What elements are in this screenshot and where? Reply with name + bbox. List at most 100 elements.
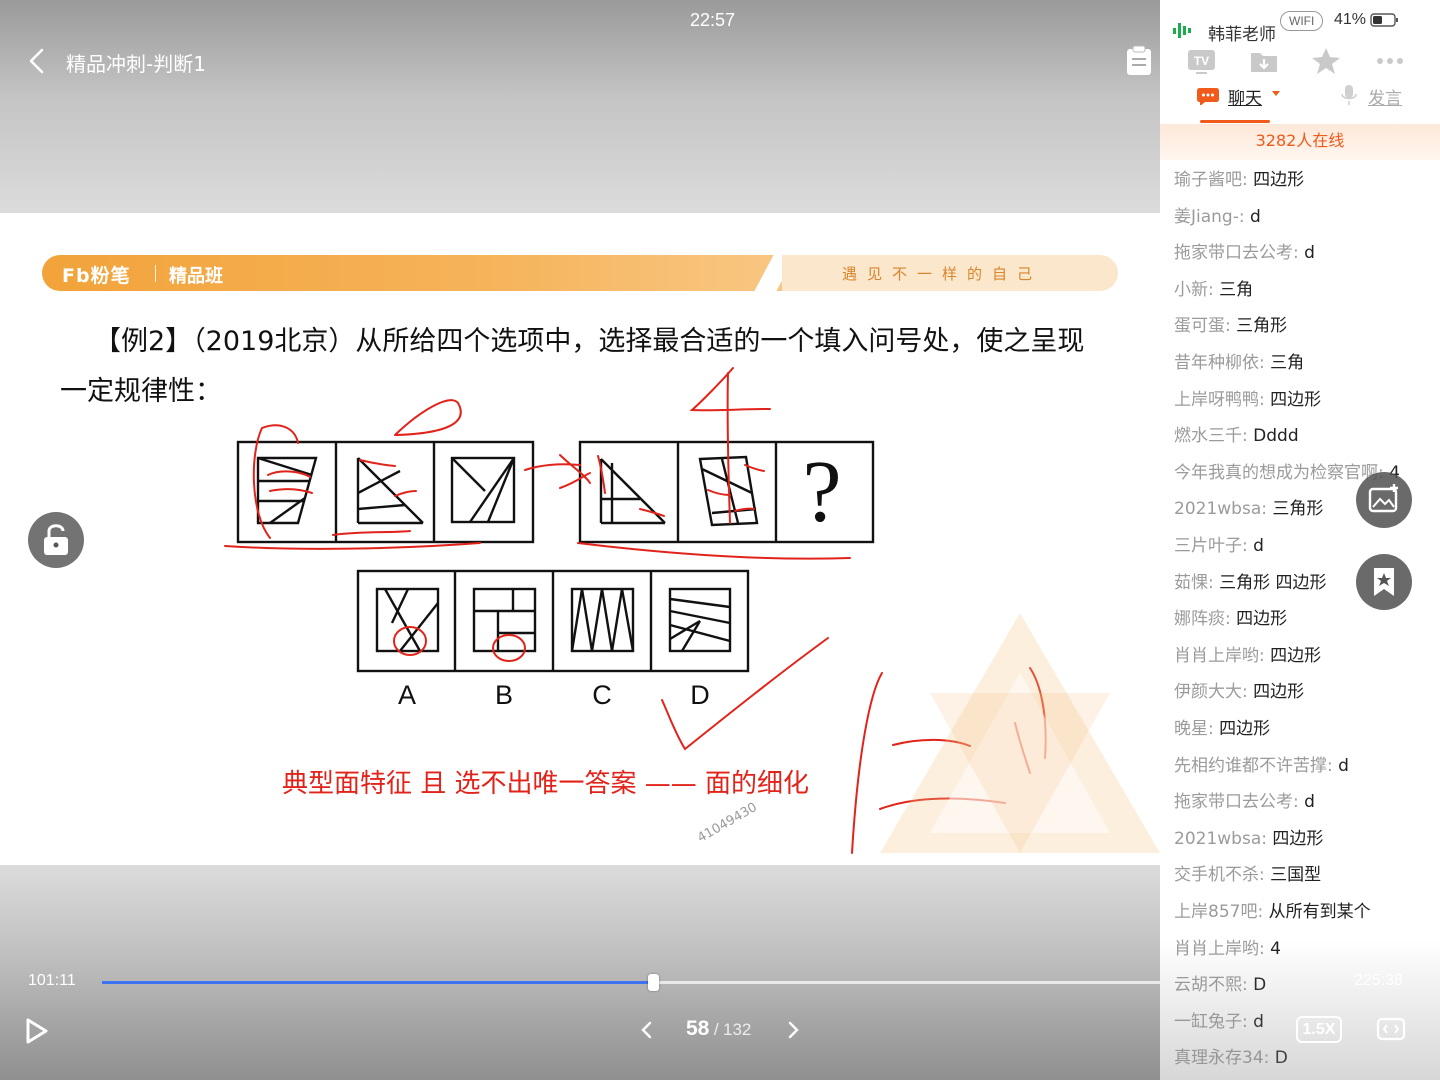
chat-username[interactable]: 拖家带口去公考: <box>1174 243 1299 263</box>
chat-text: d <box>1304 792 1315 813</box>
screen-lock-button[interactable] <box>28 512 84 568</box>
chat-text: d <box>1304 243 1315 264</box>
notes-button[interactable] <box>1124 44 1154 76</box>
status-clock: 22:57 <box>690 10 736 30</box>
chat-username[interactable]: 一缸兔子: <box>1174 1012 1248 1032</box>
battery-icon <box>1370 13 1398 27</box>
bookmark-float-button[interactable] <box>1356 554 1412 610</box>
top-gradient <box>0 0 1160 215</box>
chat-text: d <box>1338 755 1349 776</box>
chat-message: 交手机不杀: 三国型 <box>1174 861 1321 889</box>
chat-tabs: 聊天 发言 <box>1160 80 1440 126</box>
chevron-right-icon <box>788 1021 799 1039</box>
chat-panel: 韩菲老师 WIFI 41% TV 聊天 发言 3282人在线 瑜子酱吧: 四边形… <box>1160 0 1440 1080</box>
more-dots-icon <box>1377 58 1403 64</box>
chat-username[interactable]: 云胡不熙: <box>1174 975 1248 995</box>
chat-username[interactable]: 上岸呀鸭鸭: <box>1174 390 1265 410</box>
chat-text: 三角形 <box>1272 499 1324 520</box>
chat-username[interactable]: 先相约谁都不许苦撑: <box>1174 756 1333 776</box>
chat-username[interactable]: 茹惈: <box>1174 573 1214 593</box>
chat-message: 燃水三千: Dddd <box>1174 422 1299 450</box>
chat-username[interactable]: 今年我真的想成为检察官啊: <box>1174 463 1384 483</box>
chat-message: 先相约谁都不许苦撑: d <box>1174 752 1349 780</box>
chat-message: 真理永存34: D <box>1174 1044 1288 1072</box>
chat-message: 肖肖上岸哟: 4 <box>1174 935 1281 963</box>
chat-username[interactable]: 肖肖上岸哟: <box>1174 646 1265 666</box>
download-button[interactable] <box>1248 46 1280 76</box>
chat-username[interactable]: 肖肖上岸哟: <box>1174 939 1265 959</box>
chat-username[interactable]: 交手机不杀: <box>1174 865 1265 885</box>
video-title: 精品冲刺-判断1 <box>66 52 206 76</box>
progress-bar[interactable] <box>102 974 1160 991</box>
chat-message: 云胡不熙: D <box>1174 971 1266 999</box>
chat-text: 三角形 <box>1236 316 1288 337</box>
chat-username[interactable]: 拖家带口去公考: <box>1174 792 1299 812</box>
chat-username[interactable]: 晚星: <box>1174 719 1214 739</box>
chat-username[interactable]: 瑜子酱吧: <box>1174 170 1248 190</box>
progress-thumb[interactable] <box>647 974 659 991</box>
chat-message: 小新: 三角 <box>1174 276 1253 304</box>
chat-username[interactable]: 真理永存34: <box>1174 1048 1269 1068</box>
status-bar: 韩菲老师 WIFI 41% <box>1160 0 1440 45</box>
chat-text: Dddd <box>1253 426 1299 447</box>
battery-percent: 41% <box>1334 11 1367 28</box>
chat-text: 四边形 <box>1270 389 1322 410</box>
lecture-slide: Fb粉笔 精品班 遇见不一样的自己 【例2】（2019北京）从所给四个选项中，选… <box>0 213 1160 865</box>
star-icon <box>1312 48 1340 74</box>
current-time: 101:11 <box>28 972 76 989</box>
chat-message: 晚星: 四边形 <box>1174 715 1270 743</box>
play-icon <box>26 1018 48 1044</box>
play-button[interactable] <box>22 1016 50 1046</box>
caret-down-icon <box>1272 91 1280 96</box>
chat-text: d <box>1253 1011 1264 1032</box>
screenshot-float-button[interactable] <box>1356 472 1412 528</box>
chat-username[interactable]: 燃水三千: <box>1174 426 1248 446</box>
chat-text: 三角 <box>1219 279 1254 300</box>
chat-message: 茹惈: 三角形 四边形 <box>1174 569 1327 597</box>
chat-username[interactable]: 2021wbsa: <box>1174 499 1267 519</box>
chat-text: 三角 <box>1270 353 1305 373</box>
chat-message: 拖家带口去公考: d <box>1174 239 1315 267</box>
page-total: 132 <box>723 1020 752 1039</box>
chat-message: 上岸呀鸭鸭: 四边形 <box>1174 386 1321 414</box>
online-count: 3282人在线 <box>1160 124 1440 160</box>
teacher-annotation: 典型面特征 且 选不出唯一答案 —— 面的细化 <box>282 769 810 799</box>
chat-message: 瑜子酱吧: 四边形 <box>1174 166 1304 194</box>
bookmark-star-icon <box>1374 568 1394 596</box>
chat-message: 2021wbsa: 三角形 <box>1174 495 1323 523</box>
chat-message: 昔年种柳依: 三角 <box>1174 349 1304 377</box>
chat-message: 三片叶子: d <box>1174 532 1264 560</box>
prev-page-button[interactable] <box>636 1018 658 1042</box>
audio-signal-icon <box>1173 23 1191 38</box>
chat-username[interactable]: 小新: <box>1174 280 1214 300</box>
chat-username[interactable]: 上岸857吧: <box>1174 902 1263 922</box>
playback-speed-button[interactable]: 1.5X <box>1296 1016 1342 1043</box>
tv-icon: TV <box>1188 50 1215 74</box>
image-add-icon <box>1368 484 1398 513</box>
chat-username[interactable]: 伊颜大大: <box>1174 682 1248 702</box>
favorite-button[interactable] <box>1310 46 1342 76</box>
tv-cast-button[interactable]: TV <box>1186 46 1218 76</box>
next-page-button[interactable] <box>782 1018 804 1042</box>
page-separator: / <box>713 1020 719 1039</box>
chevron-left-icon <box>641 1021 652 1039</box>
chat-message: 拖家带口去公考: d <box>1174 788 1315 816</box>
chat-text: 四边形 <box>1253 682 1305 703</box>
fullscreen-button[interactable] <box>1376 1014 1406 1044</box>
chat-username[interactable]: 2021wbsa: <box>1174 829 1267 849</box>
chat-username[interactable]: 娜阵痰: <box>1174 609 1231 629</box>
chat-message: 蛋可蛋: 三角形 <box>1174 312 1287 340</box>
chat-username[interactable]: 蛋可蛋: <box>1174 316 1231 336</box>
chat-text: 四边形 <box>1270 645 1322 666</box>
chat-username[interactable]: 昔年种柳依: <box>1174 353 1265 373</box>
option-label-c: C <box>592 680 612 710</box>
chat-username[interactable]: 三片叶子: <box>1174 536 1248 556</box>
active-tab-indicator <box>1200 120 1270 123</box>
chat-username[interactable]: 姜Jiang-: <box>1174 207 1245 227</box>
chat-message: 一缸兔子: d <box>1174 1008 1264 1036</box>
chat-message: 姜Jiang-: d <box>1174 203 1261 231</box>
back-button[interactable] <box>22 44 52 78</box>
video-player[interactable]: Fb粉笔 精品班 遇见不一样的自己 【例2】（2019北京）从所给四个选项中，选… <box>0 0 1160 1080</box>
tab-speak-label: 发言 <box>1368 89 1402 109</box>
more-button[interactable] <box>1374 46 1406 76</box>
